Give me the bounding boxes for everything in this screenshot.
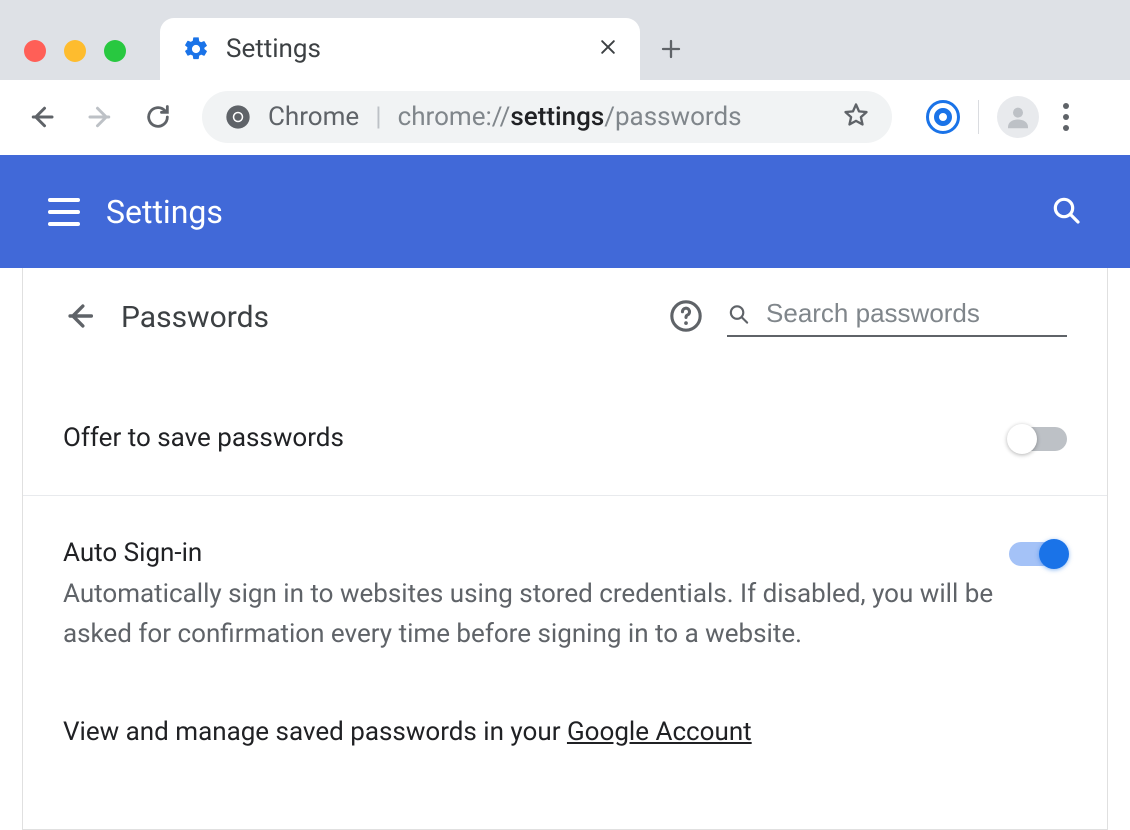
offer-save-toggle[interactable]	[1009, 427, 1067, 451]
browser-toolbar: Chrome | chrome://settings/passwords	[0, 80, 1130, 155]
toolbar-divider	[978, 100, 979, 134]
nav-forward-button[interactable]	[78, 95, 122, 139]
settings-app-title: Settings	[106, 193, 1050, 231]
settings-app-bar: Settings	[0, 155, 1130, 268]
menu-icon[interactable]	[48, 198, 80, 226]
help-icon[interactable]	[669, 299, 703, 337]
row-label: Offer to save passwords	[63, 423, 1009, 453]
window-chrome: Settings Chrome	[0, 0, 1130, 830]
gear-icon	[182, 35, 210, 63]
window-close-button[interactable]	[24, 40, 46, 62]
settings-content: Passwords Offer to save passwords Auto S…	[22, 268, 1108, 830]
tab-title: Settings	[226, 34, 582, 64]
google-account-link[interactable]: Google Account	[567, 717, 752, 747]
nav-reload-button[interactable]	[136, 95, 180, 139]
row-label: Auto Sign-in Automatically sign in to we…	[63, 538, 1009, 655]
row-offer-save: Offer to save passwords	[23, 353, 1107, 495]
nav-back-button[interactable]	[20, 95, 64, 139]
url-suffix: /passwords	[604, 102, 741, 132]
extension-icon[interactable]	[926, 100, 960, 134]
back-arrow-icon[interactable]	[63, 299, 97, 337]
window-maximize-button[interactable]	[104, 40, 126, 62]
window-minimize-button[interactable]	[64, 40, 86, 62]
chrome-icon	[224, 103, 252, 131]
omnibox-url: chrome://settings/passwords	[398, 102, 742, 132]
password-search[interactable]	[727, 298, 1067, 337]
new-tab-button[interactable]	[640, 18, 702, 80]
window-controls	[24, 40, 126, 62]
omnibox-divider: |	[375, 102, 381, 132]
bookmark-star-icon[interactable]	[842, 101, 870, 133]
browser-tab[interactable]: Settings	[160, 18, 640, 80]
row-description: Automatically sign in to websites using …	[63, 574, 1009, 655]
tab-strip: Settings	[0, 0, 1130, 80]
row-label: View and manage saved passwords in your …	[63, 717, 1067, 747]
url-bold: settings	[510, 102, 604, 132]
manage-link-prefix: View and manage saved passwords in your	[63, 717, 567, 747]
password-search-input[interactable]	[766, 298, 1067, 329]
row-title: Auto Sign-in	[63, 538, 1009, 568]
url-prefix: chrome://	[398, 102, 511, 132]
overflow-menu-button[interactable]	[1057, 97, 1075, 137]
tab-close-button[interactable]	[598, 34, 618, 64]
omnibox-chip-label: Chrome	[268, 102, 359, 132]
page-title: Passwords	[121, 300, 645, 335]
toolbar-right	[926, 96, 1075, 138]
row-title: Offer to save passwords	[63, 423, 1009, 453]
settings-search-icon[interactable]	[1050, 194, 1082, 230]
address-bar[interactable]: Chrome | chrome://settings/passwords	[202, 91, 892, 143]
page-header: Passwords	[23, 268, 1107, 353]
auto-signin-toggle[interactable]	[1009, 542, 1067, 566]
row-manage-link: View and manage saved passwords in your …	[23, 697, 1107, 789]
row-auto-signin: Auto Sign-in Automatically sign in to we…	[23, 495, 1107, 697]
search-icon	[727, 301, 750, 327]
profile-avatar[interactable]	[997, 96, 1039, 138]
